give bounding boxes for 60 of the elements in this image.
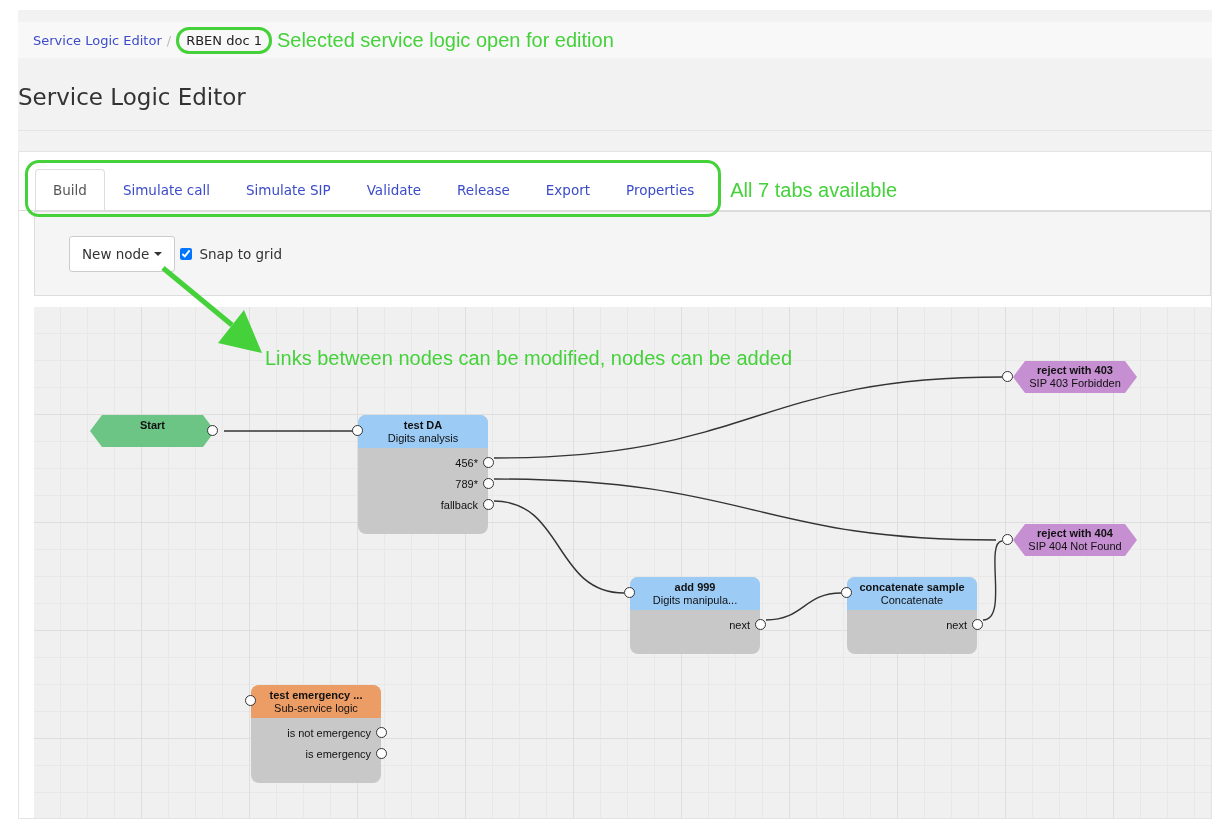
port-handle[interactable] [376,748,387,759]
output-label: next [729,618,750,631]
node-title: Start [139,419,166,432]
annotation-text: Selected service logic open for edition [276,28,614,52]
node-type: Concatenate [880,593,944,607]
checkbox-label: Snap to grid [199,245,282,262]
page-title: Service Logic Editor [18,58,1212,131]
port-handle[interactable] [624,587,635,598]
output-label: next [946,618,967,631]
tab[interactable]: Export [527,169,609,210]
output-label: is emergency [305,747,371,760]
port-handle[interactable] [376,727,387,738]
output-label: is not emergency [287,726,371,739]
logic-node[interactable]: concatenate sample Concatenate next [847,577,977,654]
snap-checkbox[interactable] [180,247,193,260]
tab[interactable]: Properties [608,169,713,210]
annotation-text: All 7 tabs available [730,179,898,202]
annotation-text: Links between nodes can be modified, nodes can be added [265,347,793,370]
port-handle[interactable] [1002,371,1013,382]
link-line[interactable] [982,540,1003,621]
breadcrumb-current: RBEN doc 1 [186,32,262,48]
link-line[interactable] [765,592,842,621]
node-type: SIP 403 Forbidden [1029,377,1121,390]
port-handle[interactable] [352,425,363,436]
tab[interactable]: Validate [348,169,440,210]
port-handle[interactable] [841,587,852,598]
output-label: 456* [455,456,478,469]
port-handle[interactable] [755,619,766,630]
port-handle[interactable] [972,619,983,630]
tab[interactable]: Simulate call [104,169,229,210]
logic-node[interactable]: test emergency ... Sub-service logic is not emergency is emergency [251,685,381,783]
node-title: reject with 404 [1037,527,1113,540]
port-handle[interactable] [245,695,256,706]
end-node[interactable]: reject with 404 SIP 404 Not Found [1013,524,1137,556]
node-type: SIP 404 Not Found [1028,540,1122,553]
breadcrumb-link[interactable]: Service Logic Editor [33,32,162,48]
node-type: Sub-service logic [274,701,358,715]
node-title: add 999 [674,580,716,594]
port-handle[interactable] [207,425,218,436]
node-title: concatenate sample [859,580,965,594]
end-node[interactable]: reject with 403 SIP 403 Forbidden [1013,361,1137,393]
output-label: fallback [440,498,478,511]
output-label: 789* [455,477,478,490]
tab[interactable]: Build [35,169,105,210]
node-title: test DA [403,418,443,432]
node-type: Digits analysis [387,431,459,445]
logic-node[interactable]: test DA Digits analysis 456* 789* fallback [358,415,488,534]
port-handle[interactable] [483,457,494,468]
port-handle[interactable] [1002,534,1013,545]
node-title: reject with 403 [1037,364,1113,377]
node-type: Digits manipula... [652,593,738,607]
new-node-dropdown[interactable]: New node [69,235,176,272]
node-title: test emergency ... [269,688,363,702]
port-handle[interactable] [483,478,494,489]
logic-node[interactable]: add 999 Digits manipula... next [630,577,760,654]
breadcrumb-separator: / [166,32,172,48]
caret-icon [154,251,163,256]
tab[interactable]: Simulate SIP [228,169,349,210]
tab[interactable]: Release [439,169,528,210]
port-handle[interactable] [483,499,494,510]
